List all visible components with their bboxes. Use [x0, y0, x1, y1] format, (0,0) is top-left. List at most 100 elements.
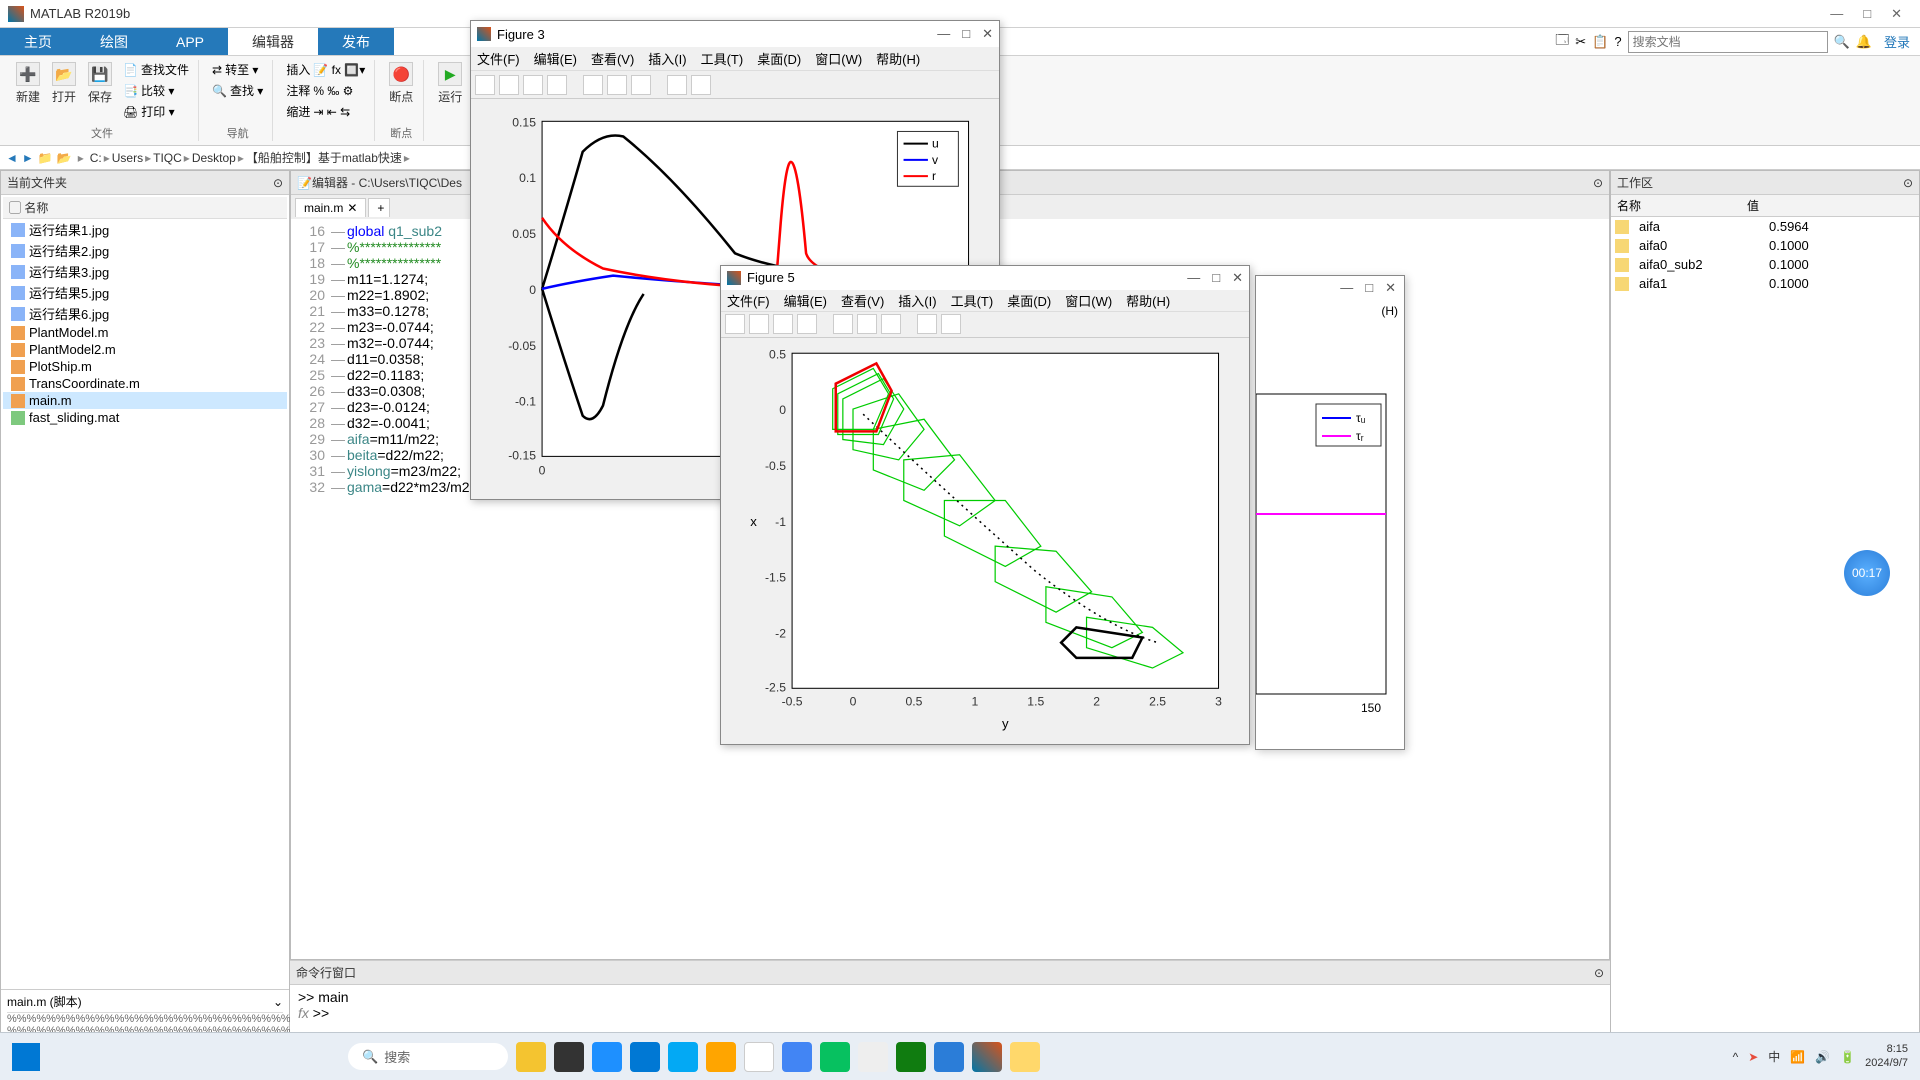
- taskbar-excel-icon[interactable]: [896, 1042, 926, 1072]
- tab-close-icon[interactable]: ✕: [347, 201, 357, 215]
- new-figure-icon[interactable]: [475, 75, 495, 95]
- editor-tab-main[interactable]: main.m ✕: [295, 198, 366, 217]
- help-icon[interactable]: ?: [1614, 34, 1621, 49]
- datatip-icon[interactable]: [691, 75, 711, 95]
- figure-menu-item[interactable]: 帮助(H): [876, 49, 920, 68]
- notification-icon[interactable]: 🔔: [1856, 34, 1872, 50]
- new-button[interactable]: ➕新建: [12, 60, 44, 107]
- datatip-icon[interactable]: [941, 314, 961, 334]
- panel-menu-icon[interactable]: ⊙: [273, 176, 283, 190]
- taskbar-chrome-icon[interactable]: [744, 1042, 774, 1072]
- toolstrip-icon[interactable]: 🗔: [1555, 31, 1569, 53]
- minimize-button[interactable]: —: [1830, 6, 1843, 22]
- tab-publish[interactable]: 发布: [318, 28, 394, 55]
- pointer-icon[interactable]: [917, 314, 937, 334]
- partial-minimize-button[interactable]: —: [1340, 280, 1353, 298]
- print-figure-icon[interactable]: [797, 314, 817, 334]
- find-button[interactable]: 🔍 查找 ▾: [209, 81, 266, 100]
- tray-wifi-icon[interactable]: 📶: [1790, 1050, 1805, 1064]
- print-figure-icon[interactable]: [547, 75, 567, 95]
- figure-menu-item[interactable]: 插入(I): [898, 291, 936, 310]
- taskbar-app-icon[interactable]: [516, 1042, 546, 1072]
- file-item[interactable]: 运行结果3.jpg: [3, 261, 287, 282]
- taskbar-browser-icon[interactable]: [668, 1042, 698, 1072]
- figure3-close-button[interactable]: ✕: [982, 26, 993, 42]
- figure-menu-item[interactable]: 插入(I): [648, 49, 686, 68]
- close-button[interactable]: ✕: [1891, 6, 1902, 22]
- figure-menu-item[interactable]: 编辑(E): [784, 291, 827, 310]
- colorbar-icon[interactable]: [607, 75, 627, 95]
- open-button[interactable]: 📂打开: [48, 60, 80, 107]
- file-item[interactable]: 运行结果2.jpg: [3, 240, 287, 261]
- taskbar-search[interactable]: 🔍 搜索: [348, 1043, 508, 1070]
- figure5-maximize-button[interactable]: □: [1212, 270, 1220, 286]
- find-files-button[interactable]: 📄 查找文件: [120, 60, 192, 79]
- open-figure-icon[interactable]: [499, 75, 519, 95]
- back-arrow-icon[interactable]: ◄: [6, 151, 18, 165]
- start-button[interactable]: [12, 1043, 40, 1071]
- taskbar-explorer-icon[interactable]: [1010, 1042, 1040, 1072]
- pointer-icon[interactable]: [667, 75, 687, 95]
- breadcrumb-item[interactable]: 【船舶控制】基于matlab快速: [246, 151, 402, 165]
- open-figure-icon[interactable]: [749, 314, 769, 334]
- tab-app[interactable]: APP: [152, 28, 228, 55]
- file-item[interactable]: TransCoordinate.m: [3, 375, 287, 392]
- breadcrumb-item[interactable]: C:: [90, 151, 102, 165]
- colorbar-icon[interactable]: [857, 314, 877, 334]
- figure-menu-item[interactable]: 查看(V): [841, 291, 884, 310]
- file-item[interactable]: PlotShip.m: [3, 358, 287, 375]
- figure-partial-window[interactable]: — □ ✕ (H) τᵤ τᵣ 150: [1255, 275, 1405, 750]
- taskbar-clock[interactable]: 8:15 2024/9/7: [1865, 1043, 1908, 1069]
- new-tab-button[interactable]: +: [368, 198, 390, 217]
- file-item[interactable]: PlantModel.m: [3, 324, 287, 341]
- figure3-minimize-button[interactable]: —: [937, 26, 950, 42]
- goto-button[interactable]: ⇄ 转至 ▾: [209, 60, 266, 79]
- maximize-button[interactable]: □: [1863, 6, 1871, 22]
- tray-volume-icon[interactable]: 🔊: [1815, 1050, 1830, 1064]
- tab-home[interactable]: 主页: [0, 28, 76, 55]
- file-name-header[interactable]: ▢ 名称: [3, 197, 287, 219]
- figure5-close-button[interactable]: ✕: [1232, 270, 1243, 286]
- workspace-var-row[interactable]: aifa00.1000: [1611, 236, 1919, 255]
- save-figure-icon[interactable]: [523, 75, 543, 95]
- breadcrumb-item[interactable]: TIQC: [153, 151, 182, 165]
- figure-menu-item[interactable]: 文件(F): [477, 49, 520, 68]
- taskbar-browser2-icon[interactable]: [706, 1042, 736, 1072]
- file-item[interactable]: PlantModel2.m: [3, 341, 287, 358]
- workspace-menu-icon[interactable]: ⊙: [1903, 176, 1913, 190]
- figure-menu-item[interactable]: 窗口(W): [1065, 291, 1112, 310]
- workspace-name-header[interactable]: 名称: [1611, 195, 1741, 216]
- figure-menu-item[interactable]: 文件(F): [727, 291, 770, 310]
- file-item[interactable]: fast_sliding.mat: [3, 409, 287, 426]
- link-icon[interactable]: [833, 314, 853, 334]
- taskbar-matlab-icon[interactable]: [972, 1042, 1002, 1072]
- breadcrumb-item[interactable]: Users: [112, 151, 143, 165]
- figure3-maximize-button[interactable]: □: [962, 26, 970, 42]
- comment-button[interactable]: 注释 % ‰ ⚙: [283, 81, 368, 100]
- tab-editor[interactable]: 编辑器: [228, 28, 318, 55]
- taskbar-app-icon[interactable]: [934, 1042, 964, 1072]
- file-item[interactable]: 运行结果6.jpg: [3, 303, 287, 324]
- taskbar-app-icon[interactable]: [782, 1042, 812, 1072]
- taskbar-snip-icon[interactable]: [858, 1042, 888, 1072]
- taskbar-wechat-icon[interactable]: [820, 1042, 850, 1072]
- workspace-value-header[interactable]: 值: [1741, 195, 1919, 216]
- new-figure-icon[interactable]: [725, 314, 745, 334]
- figure-menu-item[interactable]: 工具(T): [701, 49, 744, 68]
- file-item[interactable]: 运行结果1.jpg: [3, 219, 287, 240]
- save-figure-icon[interactable]: [773, 314, 793, 334]
- breadcrumb-item[interactable]: Desktop: [192, 151, 236, 165]
- workspace-var-row[interactable]: aifa10.1000: [1611, 274, 1919, 293]
- tray-battery-icon[interactable]: 🔋: [1840, 1050, 1855, 1064]
- copy-icon[interactable]: 📋: [1592, 34, 1608, 50]
- cut-icon[interactable]: ✂: [1575, 34, 1586, 50]
- login-link[interactable]: 登录: [1884, 32, 1910, 51]
- figure-menu-item[interactable]: 帮助(H): [1126, 291, 1170, 310]
- figure-menu-item[interactable]: 编辑(E): [534, 49, 577, 68]
- legend-icon[interactable]: [631, 75, 651, 95]
- recording-timer-badge[interactable]: 00:17: [1844, 550, 1890, 596]
- insert-button[interactable]: 插入 📝 fx 🔲▾: [283, 60, 368, 79]
- link-icon[interactable]: [583, 75, 603, 95]
- file-item[interactable]: main.m: [3, 392, 287, 409]
- figure-menu-item[interactable]: 窗口(W): [815, 49, 862, 68]
